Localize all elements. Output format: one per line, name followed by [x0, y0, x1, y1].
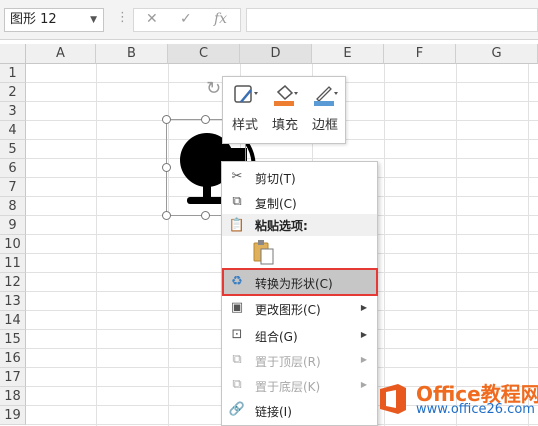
paste-picture-icon[interactable] [252, 239, 276, 265]
border-label: 边框 [311, 118, 338, 133]
link-icon: 🔗 [228, 402, 246, 417]
select-all-corner[interactable] [0, 44, 26, 64]
column-header-c[interactable]: C [168, 44, 240, 64]
row-header-6[interactable]: 6 [0, 159, 26, 178]
menu-item-cut[interactable]: ✂ 剪切(T) [222, 165, 377, 190]
fill-bucket-icon [274, 84, 298, 106]
row-header-16[interactable]: 16 [0, 349, 26, 368]
row-header-2[interactable]: 2 [0, 83, 26, 102]
clipboard-icon: 📋 [228, 218, 246, 233]
column-header-e[interactable]: E [312, 44, 384, 64]
paste-options-label: 粘贴选项: [255, 219, 308, 233]
name-box-value: 图形 12 [10, 12, 57, 27]
column-header-f[interactable]: F [384, 44, 456, 64]
bring-to-front-icon: ⧉ [232, 352, 242, 367]
change-graphic-icon: ▣ [230, 300, 244, 315]
rotate-handle-icon[interactable]: ↻ [206, 78, 221, 99]
style-label: 样式 [231, 118, 258, 133]
row-header-5[interactable]: 5 [0, 140, 26, 159]
menu-item-send-to-back-label: 置于底层(K) [255, 380, 321, 394]
watermark-url: www.office26.com [416, 402, 535, 417]
chevron-down-icon[interactable]: ▼ [90, 9, 97, 31]
row-header-18[interactable]: 18 [0, 387, 26, 406]
menu-item-change-graphic-label: 更改图形(C) [255, 303, 321, 317]
formula-bar: 图形 12 ▼ ⋮ ✕ ✓ fx [0, 0, 538, 40]
menu-item-bring-to-front-label: 置于顶层(R) [255, 355, 321, 369]
menu-item-group-label: 组合(G) [255, 330, 298, 344]
fill-label: 填充 [271, 118, 298, 133]
column-header-g[interactable]: G [456, 44, 538, 64]
menu-item-copy-label: 复制(C) [255, 197, 297, 211]
menu-item-group[interactable]: ⊡ 组合(G) ▶ [222, 323, 377, 348]
submenu-arrow-icon: ▶ [360, 355, 367, 364]
close-icon[interactable]: ✕ [146, 11, 158, 27]
highlight-annotation-box [222, 268, 378, 296]
fill-button[interactable]: 填充 [265, 83, 305, 133]
function-icon[interactable]: fx [214, 11, 227, 27]
row-header-9[interactable]: 9 [0, 216, 26, 235]
formula-input[interactable] [246, 8, 538, 32]
group-icon: ⊡ [231, 327, 243, 342]
menu-item-send-to-back[interactable]: ⧉ 置于底层(K) ▶ [222, 373, 377, 398]
formula-tools: ✕ ✓ fx [133, 8, 241, 32]
row-header-1[interactable]: 1 [0, 64, 26, 83]
check-icon[interactable]: ✓ [180, 11, 192, 27]
column-header-b[interactable]: B [96, 44, 168, 64]
submenu-arrow-icon: ▶ [360, 303, 367, 312]
row-header-13[interactable]: 13 [0, 292, 26, 311]
name-box[interactable]: 图形 12 ▼ [4, 8, 104, 32]
row-header-3[interactable]: 3 [0, 102, 26, 121]
menu-item-cut-label: 剪切(T) [255, 172, 296, 186]
more-vertical-icon: ⋮ [116, 10, 129, 25]
send-to-back-icon: ⧉ [232, 377, 242, 392]
resize-handle-n[interactable] [201, 115, 210, 124]
paste-options-header: 📋 粘贴选项: [222, 214, 377, 236]
resize-handle-nw[interactable] [162, 115, 171, 124]
menu-item-copy[interactable]: ⧉ 复制(C) [222, 190, 377, 215]
mini-toolbar: 样式 填充 边框 [222, 76, 346, 144]
row-header-8[interactable]: 8 [0, 197, 26, 216]
resize-handle-w[interactable] [162, 163, 171, 172]
office-logo-icon [380, 384, 406, 414]
row-header-19[interactable]: 19 [0, 406, 26, 425]
row-header-11[interactable]: 11 [0, 254, 26, 273]
menu-item-bring-to-front[interactable]: ⧉ 置于顶层(R) ▶ [222, 348, 377, 373]
resize-handle-sw[interactable] [162, 211, 171, 220]
submenu-arrow-icon: ▶ [360, 330, 367, 339]
column-header-d[interactable]: D [240, 44, 312, 64]
border-button[interactable]: 边框 [305, 83, 345, 133]
row-header-7[interactable]: 7 [0, 178, 26, 197]
copy-icon: ⧉ [232, 194, 242, 209]
style-button[interactable]: 样式 [225, 83, 265, 133]
row-header-17[interactable]: 17 [0, 368, 26, 387]
column-header-a[interactable]: A [26, 44, 96, 64]
row-header-4[interactable]: 4 [0, 121, 26, 140]
row-header-10[interactable]: 10 [0, 235, 26, 254]
menu-item-change-graphic[interactable]: ▣ 更改图形(C) ▶ [222, 296, 377, 321]
border-pen-icon [314, 86, 338, 106]
menu-item-link-label: 链接(I) [255, 405, 292, 419]
watermark: Office教程网 www.office26.com [376, 376, 538, 426]
row-header-15[interactable]: 15 [0, 330, 26, 349]
menu-item-link[interactable]: 🔗 链接(I) [222, 398, 377, 423]
scissors-icon: ✂ [231, 169, 243, 184]
style-icon [234, 85, 258, 103]
submenu-arrow-icon: ▶ [360, 380, 367, 389]
row-header-12[interactable]: 12 [0, 273, 26, 292]
resize-handle-s[interactable] [201, 211, 210, 220]
row-header-14[interactable]: 14 [0, 311, 26, 330]
